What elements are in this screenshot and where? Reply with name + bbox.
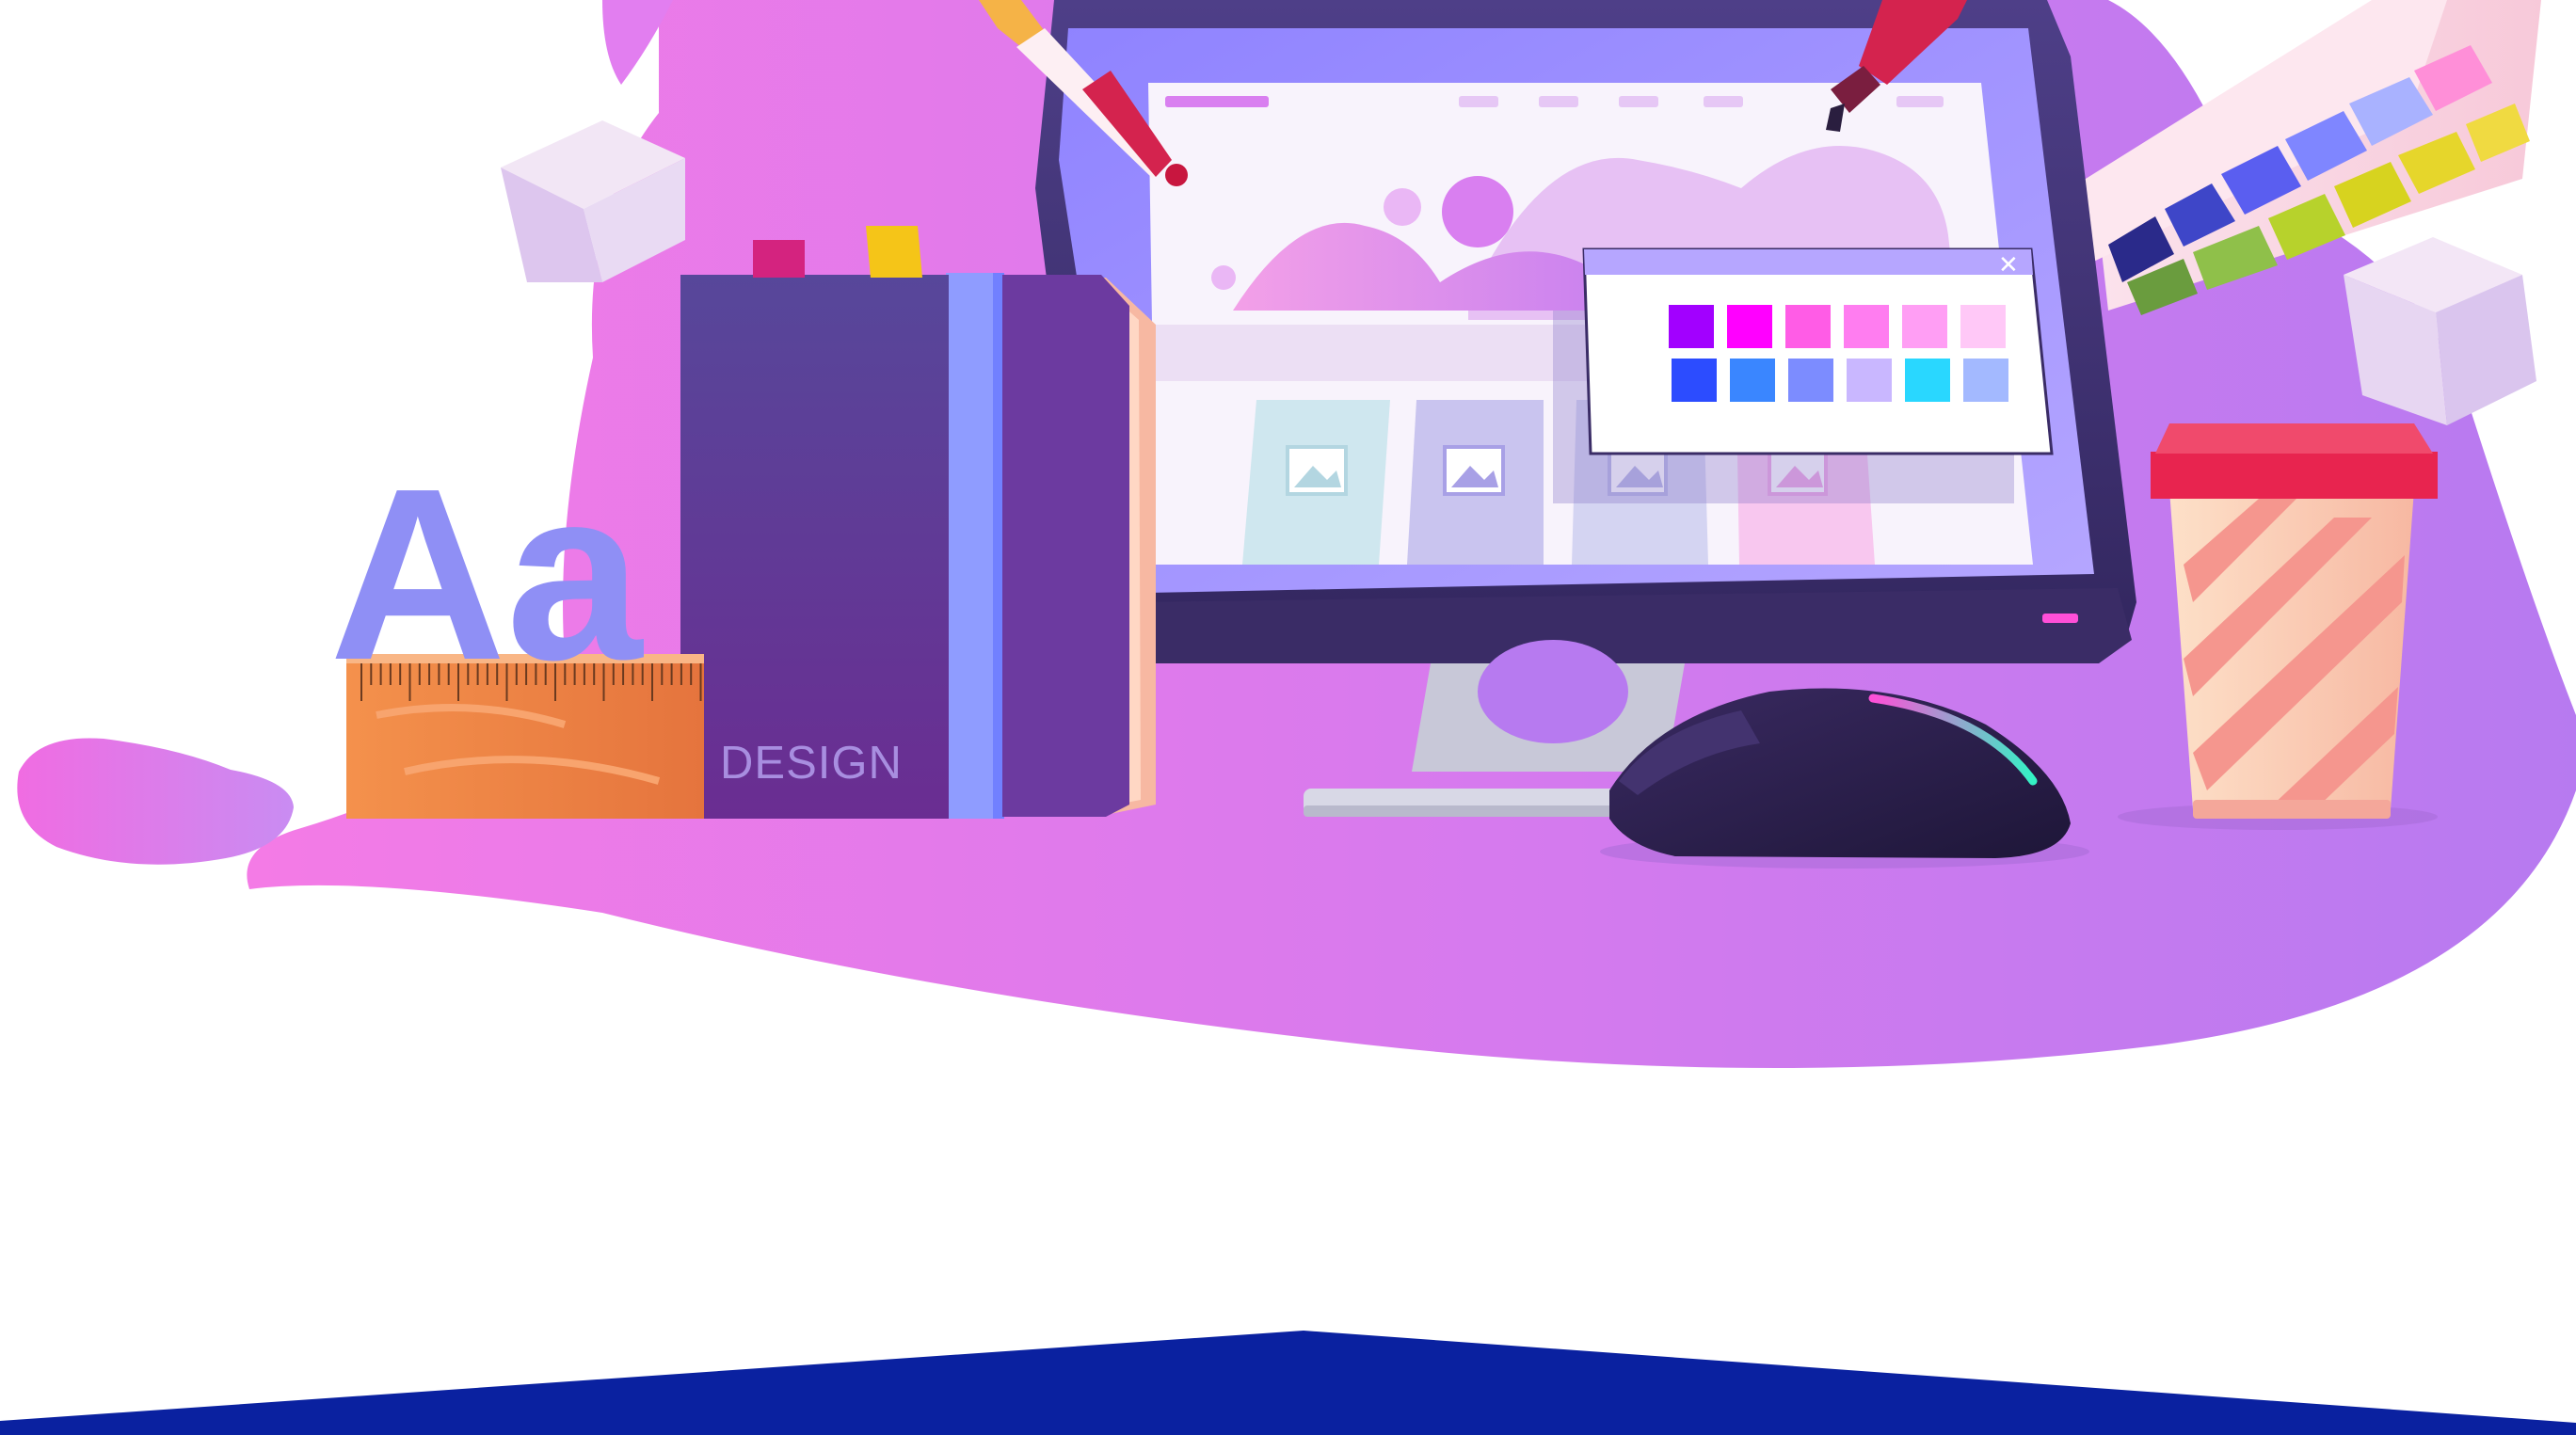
close-icon[interactable]: ✕ — [1998, 251, 2019, 279]
notebook-label: DESIGN — [720, 738, 903, 789]
color-swatch[interactable] — [1905, 359, 1950, 402]
hero-bubble — [1442, 176, 1513, 247]
color-swatch[interactable] — [1960, 305, 2006, 348]
cup-lid — [2151, 452, 2438, 499]
webpage-logo-bar — [1165, 96, 1269, 107]
bookmark — [753, 240, 805, 278]
webpage-nav-item — [1704, 96, 1743, 107]
design-workspace-illustration: ✕ DESIGN Aa — [0, 0, 2576, 1435]
hero-bubble — [1384, 188, 1421, 226]
type-specimen: Aa — [329, 438, 644, 711]
color-swatch[interactable] — [1672, 359, 1717, 402]
color-picker-titlebar — [1584, 249, 2033, 275]
monitor-stand-hole — [1478, 640, 1628, 743]
webpage-nav-item — [1459, 96, 1498, 107]
image-card — [1242, 400, 1390, 565]
image-card — [1407, 400, 1544, 565]
monitor-power-light — [2042, 614, 2078, 623]
floating-cube-right — [2344, 237, 2536, 425]
webpage-nav-item — [1619, 96, 1658, 107]
color-swatch[interactable] — [1788, 359, 1833, 402]
color-swatch[interactable] — [1727, 305, 1772, 348]
hero-bubble — [1211, 265, 1236, 290]
design-notebook: DESIGN — [680, 226, 1156, 819]
color-swatch[interactable] — [1730, 359, 1775, 402]
webpage-nav-item — [1896, 96, 1944, 107]
type-specimen-text: Aa — [329, 438, 644, 711]
color-swatch[interactable] — [1844, 305, 1889, 348]
webpage-nav-item — [1539, 96, 1578, 107]
image-placeholder-icon — [1443, 445, 1505, 496]
color-swatch[interactable] — [1902, 305, 1947, 348]
color-swatch[interactable] — [1963, 359, 2008, 402]
hero-illustration: ✕ DESIGN Aa — [0, 0, 2576, 1435]
color-swatch[interactable] — [1785, 305, 1831, 348]
notebook-back-cover — [1002, 275, 1129, 817]
color-swatch[interactable] — [1847, 359, 1892, 402]
image-placeholder-icon — [1286, 445, 1348, 496]
left-splash-blob — [17, 738, 294, 865]
close-glyph[interactable]: ✕ — [1998, 251, 2019, 279]
footer-band — [0, 1331, 2576, 1435]
color-swatch[interactable] — [1669, 305, 1714, 348]
bookmark — [866, 226, 922, 278]
color-picker-window: ✕ — [1582, 247, 2054, 455]
